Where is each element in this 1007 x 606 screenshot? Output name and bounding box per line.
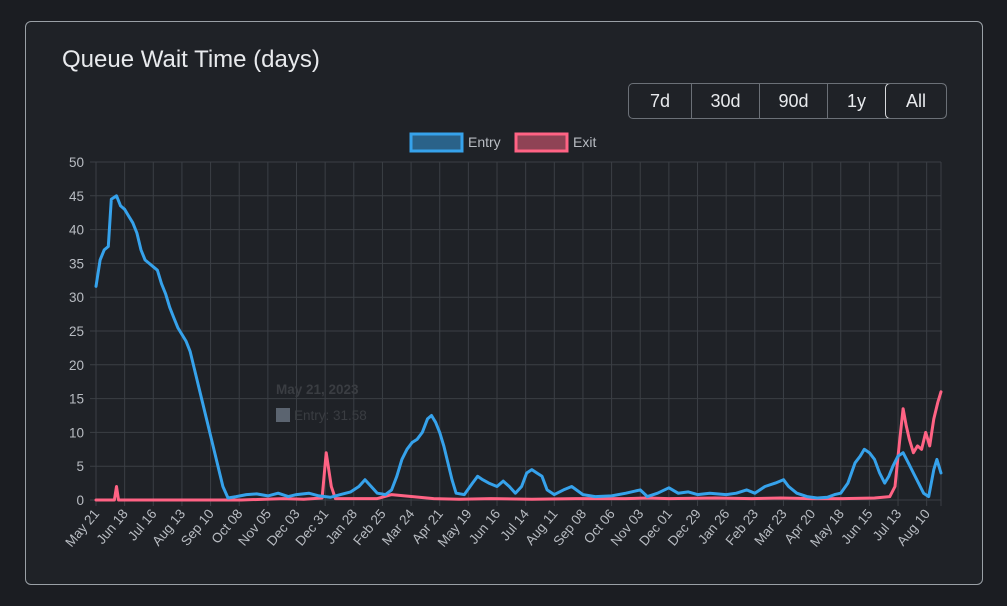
y-tick-label: 30 [69, 290, 84, 305]
y-tick-label: 40 [69, 223, 84, 238]
queue-wait-chart[interactable]: 0 5 10 15 20 25 30 35 40 45 50 May 21Jun 18Jul 16A… [0, 0, 1007, 606]
x-axis: May 21Jun 18Jul 16Aug 13Sep 10Oct 08Nov … [62, 506, 933, 550]
x-tick-label: May 21 [62, 506, 102, 550]
tooltip-title: May 21, 2023 [276, 382, 359, 397]
chart-series [94, 194, 943, 502]
y-axis: 0 5 10 15 20 25 30 35 40 45 50 [69, 155, 84, 508]
y-tick-label: 5 [76, 459, 84, 474]
y-tick-label: 25 [69, 324, 84, 339]
tooltip-body: Entry: 31.58 [294, 408, 367, 423]
legend-label-entry[interactable]: Entry [468, 134, 501, 150]
y-tick-label: 15 [69, 392, 84, 407]
y-tick-label: 20 [69, 358, 84, 373]
x-tick-label: Jun 15 [838, 506, 876, 547]
y-tick-label: 35 [69, 256, 84, 271]
y-tick-label: 45 [69, 189, 84, 204]
chart-tooltip: May 21, 2023 Entry: 31.58 [276, 382, 367, 423]
x-tick-label: Jun 16 [466, 506, 504, 547]
x-tick-label: Mar 24 [379, 506, 418, 548]
tooltip-swatch [276, 408, 290, 422]
chart-legend: Entry Exit [409, 132, 596, 153]
legend-label-exit[interactable]: Exit [573, 134, 596, 150]
x-tick-label: Jun 18 [93, 506, 131, 547]
y-tick-label: 10 [69, 425, 84, 440]
y-tick-label: 0 [76, 493, 84, 508]
legend-swatch-exit[interactable] [514, 132, 569, 153]
legend-swatch-entry[interactable] [409, 132, 464, 153]
y-tick-label: 50 [69, 155, 84, 170]
series-line-entry[interactable] [94, 194, 943, 500]
chart-grid [90, 161, 942, 506]
